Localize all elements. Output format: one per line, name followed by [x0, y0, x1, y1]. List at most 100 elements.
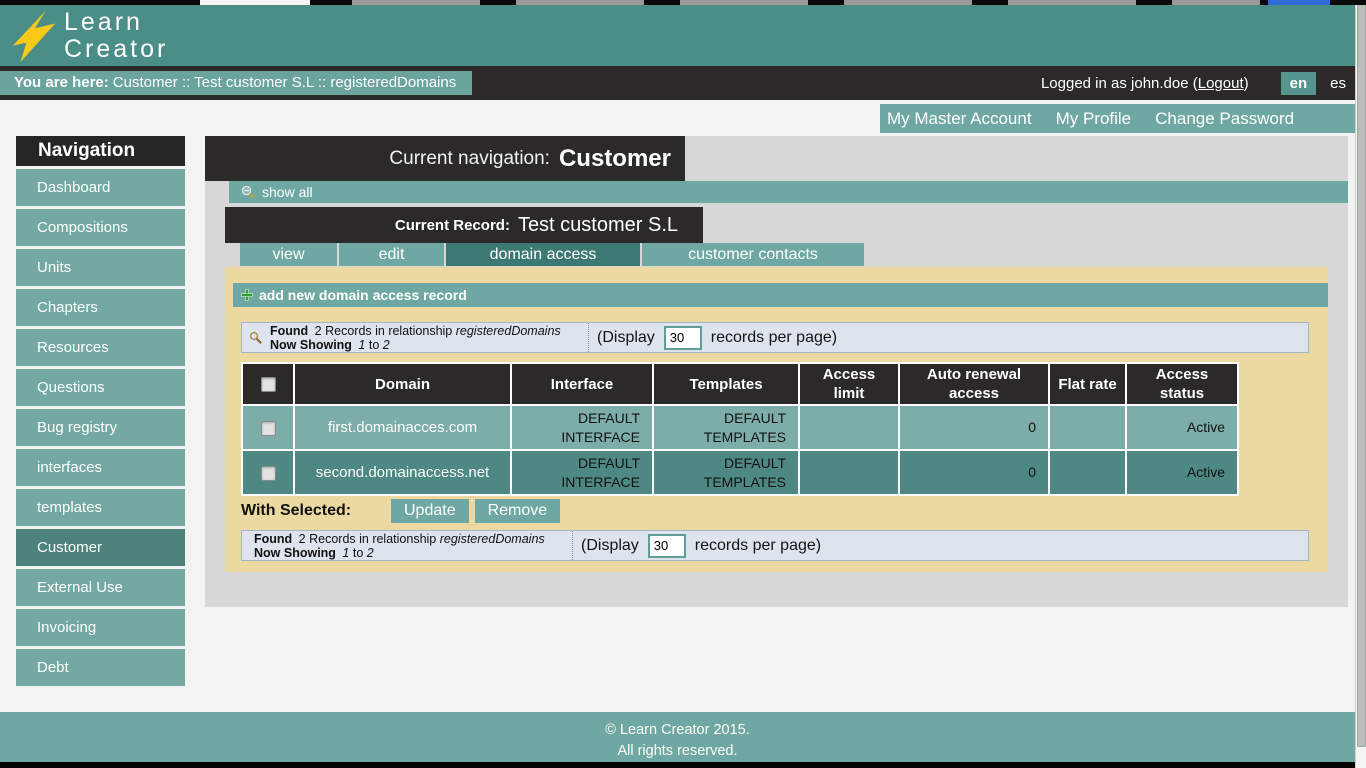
search-icon	[249, 331, 263, 345]
table-row: second.domainaccess.net DEFAULT INTERFAC…	[243, 451, 1237, 494]
language-es-button[interactable]: es	[1330, 75, 1346, 92]
sidebar-title: Navigation	[16, 136, 185, 166]
main-content: Current navigation: Customer show all Cu…	[205, 136, 1348, 607]
showing-join: to	[369, 338, 379, 352]
bottom-edge-strip	[0, 762, 1366, 768]
add-record-label: add new domain access record	[259, 287, 467, 303]
select-row-checkbox[interactable]	[261, 421, 276, 436]
sidebar-item-customer[interactable]: Customer	[16, 529, 185, 566]
sidebar-item-bug-registry[interactable]: Bug registry	[16, 409, 185, 446]
relationship-name: registeredDomains	[440, 532, 545, 546]
cell-access-status: Active	[1127, 451, 1237, 494]
column-header-access-limit: Access limit	[800, 364, 898, 404]
tab-edit[interactable]: edit	[339, 243, 444, 266]
sidebar-item-interfaces[interactable]: interfaces	[16, 449, 185, 486]
column-header-interface: Interface	[512, 364, 652, 404]
show-all-bar[interactable]: show all	[229, 181, 1348, 203]
with-selected-label: With Selected:	[241, 502, 391, 520]
found-label: Found	[254, 532, 292, 546]
cell-access-limit	[800, 451, 898, 494]
showing-to: 2	[383, 338, 390, 352]
table-row: first.domainacces.com DEFAULT INTERFACE …	[243, 406, 1237, 449]
sidebar-item-compositions[interactable]: Compositions	[16, 209, 185, 246]
cell-templates: DEFAULT TEMPLATES	[654, 406, 798, 449]
tab-domain-access[interactable]: domain access	[446, 243, 640, 266]
footer-copyright: © Learn Creator 2015.	[0, 720, 1355, 741]
sidebar-item-debt[interactable]: Debt	[16, 649, 185, 686]
found-text: 2 Records in relationship	[299, 532, 437, 546]
cell-domain: first.domainacces.com	[295, 406, 510, 449]
column-header-domain: Domain	[295, 364, 510, 404]
scrollbar[interactable]	[1355, 0, 1366, 768]
pagination-icon-cell	[242, 331, 270, 345]
records-per-page-control: (Display records per page)	[572, 531, 821, 560]
cell-auto-renewal-access: 0	[900, 406, 1048, 449]
menu-change-password[interactable]: Change Password	[1155, 109, 1294, 129]
tab-customer-contacts[interactable]: customer contacts	[642, 243, 864, 266]
account-menu: My Master Account My Profile Change Pass…	[880, 104, 1357, 133]
found-text: 2 Records in relationship	[315, 324, 453, 338]
select-row-checkbox[interactable]	[261, 466, 276, 481]
menu-my-profile[interactable]: My Profile	[1056, 109, 1132, 129]
session-info: Logged in as john.doe (Logout) en es	[1041, 66, 1346, 100]
pagination-bar-top: Found 2 Records in relationship register…	[241, 322, 1309, 353]
app-logo[interactable]: Learn Creator	[64, 9, 168, 63]
current-record-value: Test customer S.L	[518, 214, 678, 237]
relationship-name: registeredDomains	[456, 324, 561, 338]
logo-line1: Learn	[64, 9, 168, 36]
sidebar-item-chapters[interactable]: Chapters	[16, 289, 185, 326]
column-header-templates: Templates	[654, 364, 798, 404]
browser-tab-segment	[844, 0, 972, 5]
display-label: (Display	[597, 329, 655, 347]
now-showing-label: Now Showing	[254, 546, 336, 560]
sidebar-item-units[interactable]: Units	[16, 249, 185, 286]
records-per-page-input[interactable]	[664, 326, 702, 350]
add-domain-access-record-button[interactable]: add new domain access record	[233, 283, 1328, 307]
showing-join: to	[353, 546, 363, 560]
column-header-access-status: Access status	[1127, 364, 1237, 404]
browser-tab-segment	[352, 0, 480, 5]
browser-tab-segment	[1172, 0, 1260, 5]
cell-templates: DEFAULT TEMPLATES	[654, 451, 798, 494]
browser-tab-segment	[1008, 0, 1136, 5]
breadcrumb-path: Customer :: Test customer S.L :: registe…	[113, 74, 456, 91]
select-all-checkbox[interactable]	[261, 377, 276, 392]
cell-interface: DEFAULT INTERFACE	[512, 451, 652, 494]
records-per-page-label: records per page)	[711, 329, 837, 347]
language-en-button[interactable]: en	[1281, 72, 1317, 95]
records-per-page-input[interactable]	[648, 534, 686, 558]
with-selected-row: With Selected: Update Remove	[241, 499, 566, 523]
scrollbar-thumb[interactable]	[1357, 2, 1366, 747]
records-per-page-control: (Display records per page)	[588, 323, 837, 352]
logout-link[interactable]: Logout	[1198, 75, 1244, 92]
tab-view[interactable]: view	[240, 243, 337, 266]
browser-tab-strip	[0, 0, 1366, 5]
remove-button[interactable]: Remove	[475, 499, 561, 523]
showing-from: 1	[342, 546, 349, 560]
sidebar-item-questions[interactable]: Questions	[16, 369, 185, 406]
top-bar: You are here:Customer :: Test customer S…	[0, 66, 1366, 100]
logo-line2: Creator	[64, 36, 168, 63]
records-per-page-label: records per page)	[695, 537, 821, 555]
found-records-summary: Found 2 Records in relationship register…	[254, 532, 572, 560]
row-checkbox-cell	[243, 451, 293, 494]
display-label: (Display	[581, 537, 639, 555]
zoom-out-icon	[241, 185, 255, 199]
browser-tab-segment	[1268, 0, 1330, 5]
logged-in-text: Logged in as john.doe (	[1041, 75, 1198, 92]
sidebar-item-resources[interactable]: Resources	[16, 329, 185, 366]
current-navigation-bar: Current navigation: Customer	[205, 136, 685, 181]
sidebar-item-external-use[interactable]: External Use	[16, 569, 185, 606]
browser-tab-segment	[516, 0, 644, 5]
sidebar-item-invoicing[interactable]: Invoicing	[16, 609, 185, 646]
menu-my-master-account[interactable]: My Master Account	[887, 109, 1032, 129]
update-button[interactable]: Update	[391, 499, 469, 523]
showing-from: 1	[358, 338, 365, 352]
table-header-row: Domain Interface Templates Access limit …	[243, 364, 1237, 404]
header-checkbox-cell	[243, 364, 293, 404]
registered-domains-table: Domain Interface Templates Access limit …	[241, 362, 1239, 496]
sidebar-item-templates[interactable]: templates	[16, 489, 185, 526]
cell-interface: DEFAULT INTERFACE	[512, 406, 652, 449]
sidebar-item-dashboard[interactable]: Dashboard	[16, 169, 185, 206]
column-header-auto-renewal-access: Auto renewal access	[900, 364, 1048, 404]
